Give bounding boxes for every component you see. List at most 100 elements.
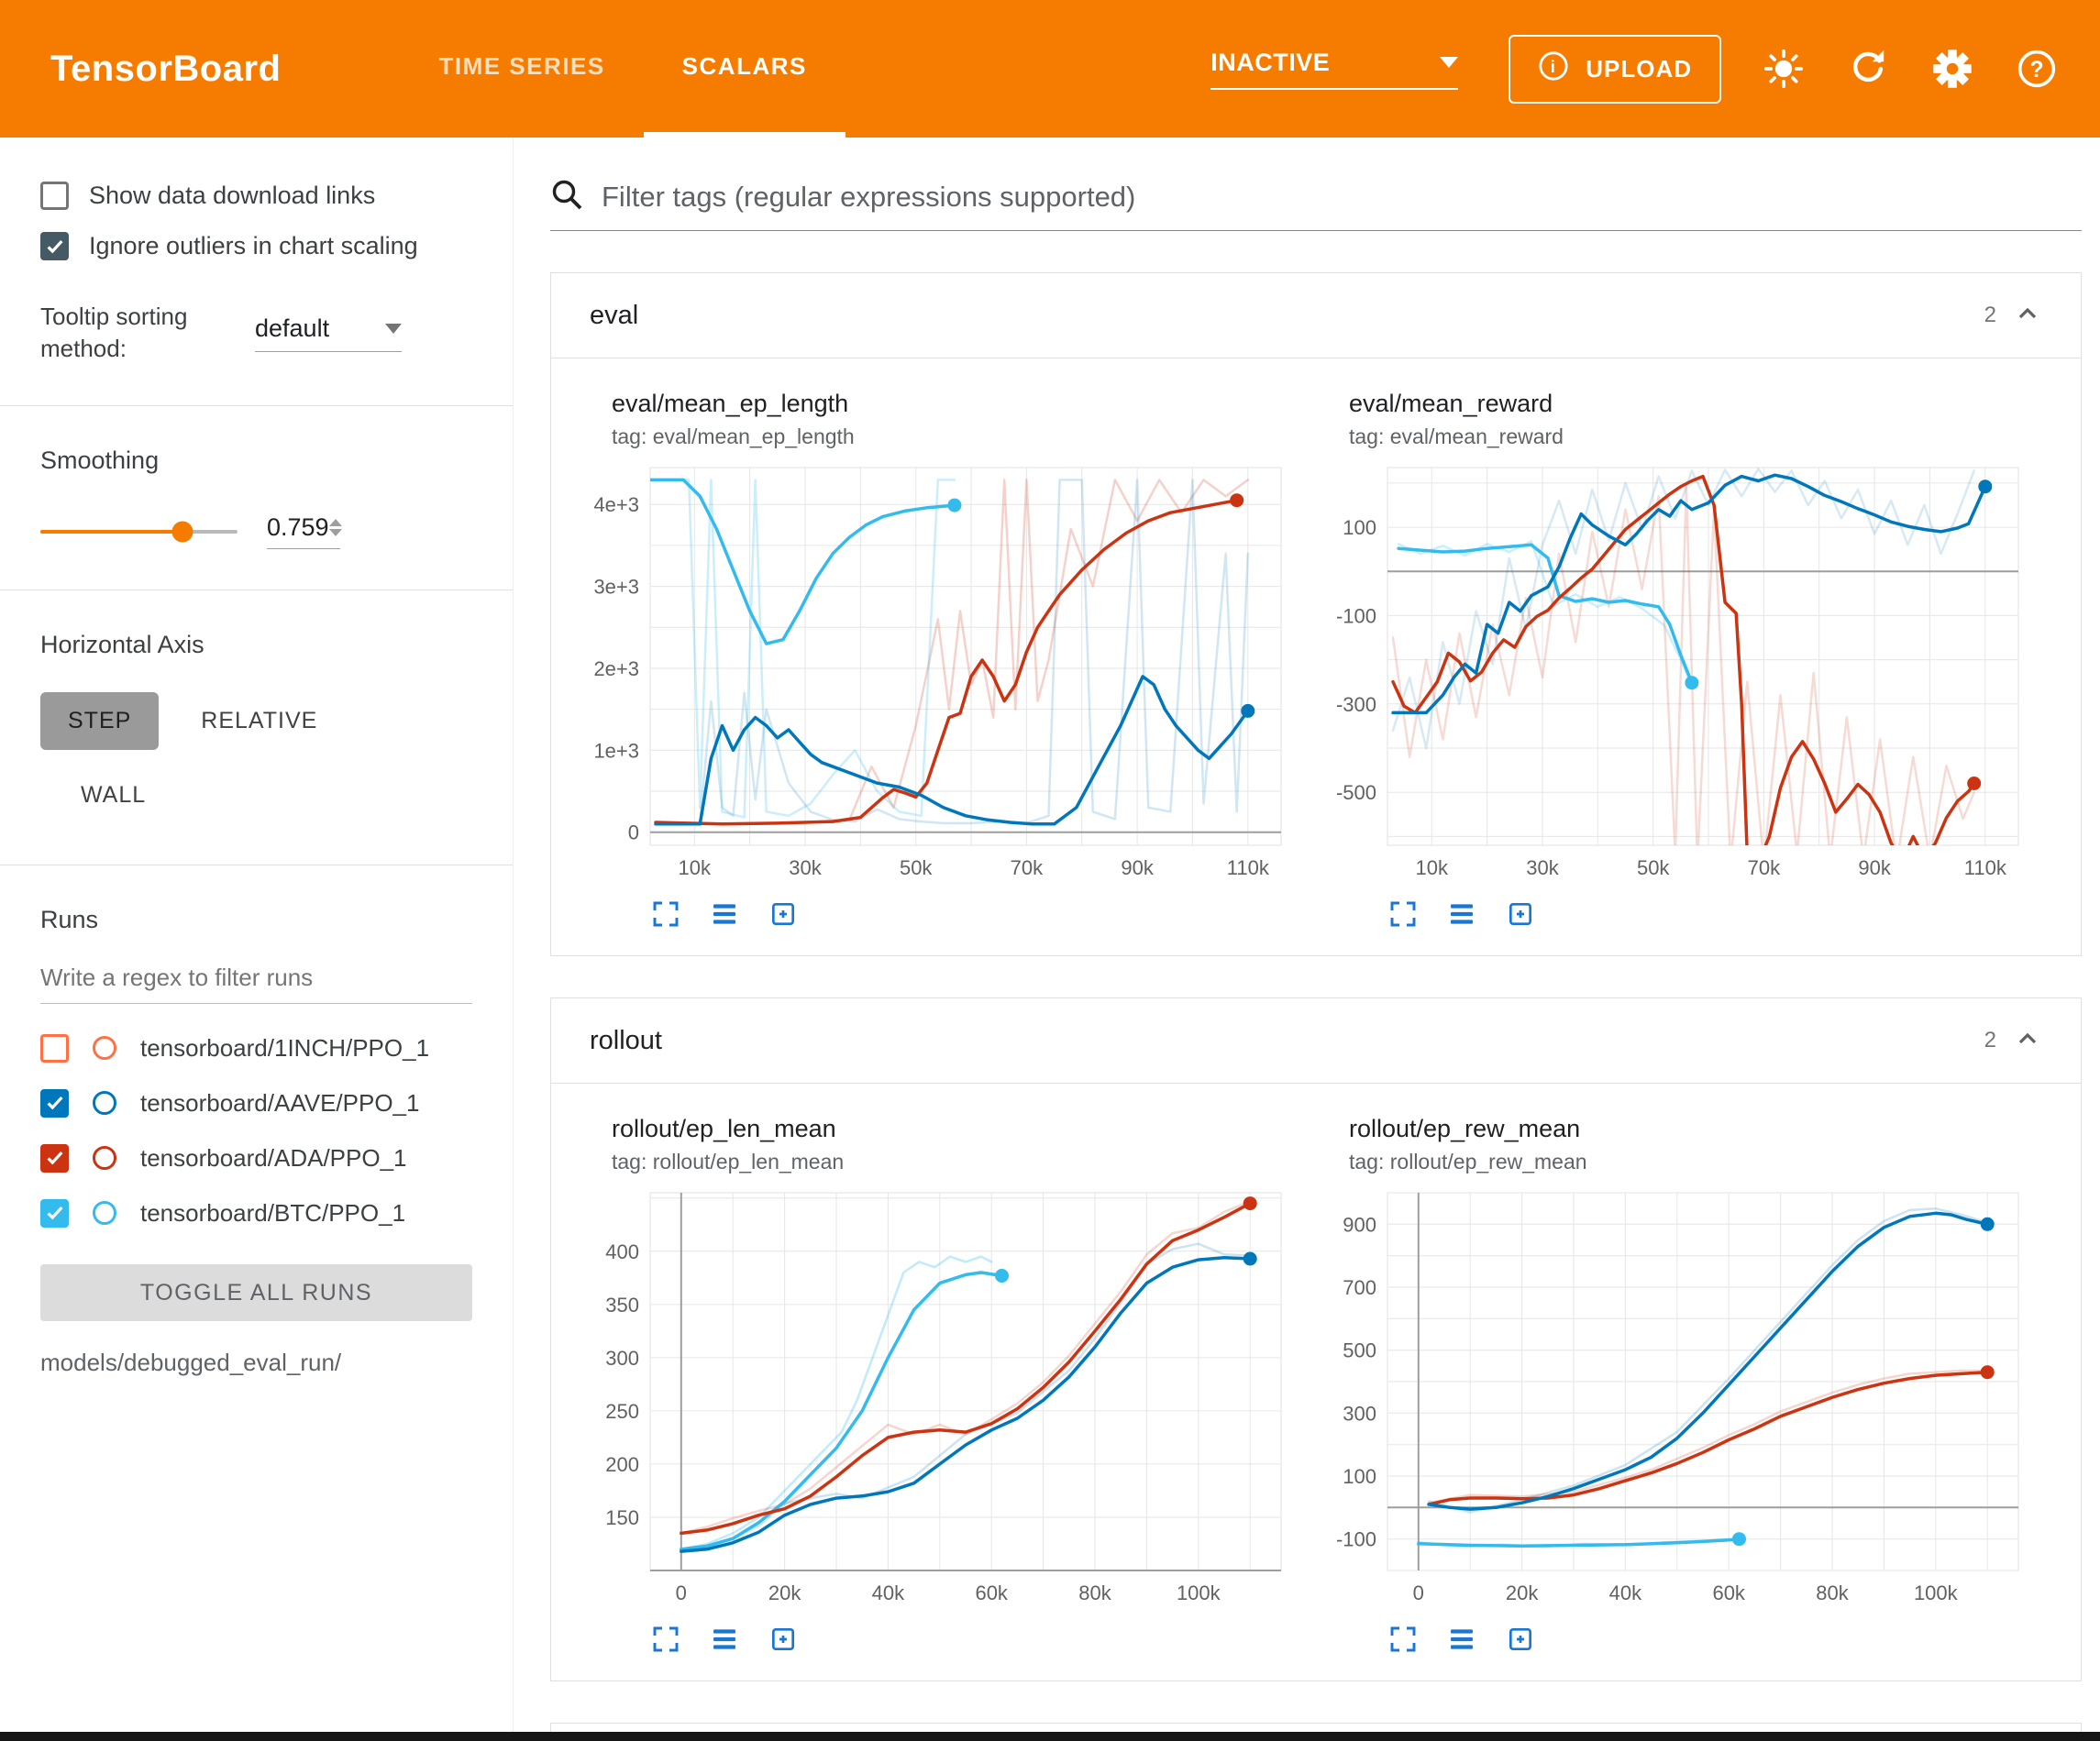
run-checkbox[interactable] [40,1199,69,1228]
run-checkbox[interactable] [40,1089,69,1118]
svg-text:90k: 90k [1121,856,1154,879]
fullscreen-icon[interactable] [650,1624,681,1655]
chevron-up-icon[interactable] [2013,1024,2042,1058]
svg-text:350: 350 [605,1294,639,1317]
fit-domain-icon[interactable] [1505,1624,1536,1655]
runs-filter-input[interactable] [40,964,472,992]
svg-text:50k: 50k [900,856,933,879]
tooltip-sorting-row: Tooltip sorting method: default [40,301,513,365]
data-table-icon[interactable] [1446,1624,1477,1655]
refresh-icon[interactable] [1846,47,1890,91]
scalar-chart[interactable]: 020k40k60k80k100k400350300250200150 [579,1182,1294,1613]
number-stepper-icon[interactable] [329,519,342,536]
svg-text:110k: 110k [1227,856,1270,879]
svg-text:-100: -100 [1336,1528,1376,1551]
svg-text:100: 100 [1343,1465,1376,1488]
svg-text:100k: 100k [1914,1581,1959,1604]
run-color-ring-icon [93,1091,116,1115]
chart-title: rollout/ep_len_mean [612,1115,1303,1143]
chart-actions [650,898,1303,930]
svg-text:10k: 10k [1416,856,1449,879]
section-card-rollout: rollout 2 rollout/ep_len_mean tag: rollo… [550,997,2082,1681]
fullscreen-icon[interactable] [650,898,681,930]
fit-domain-icon[interactable] [768,1624,799,1655]
upload-button-label: UPLOAD [1586,55,1692,83]
svg-text:500: 500 [1343,1339,1376,1362]
run-checkbox[interactable] [40,1034,69,1063]
run-row[interactable]: tensorboard/BTC/PPO_1 [40,1185,513,1240]
data-table-icon[interactable] [709,898,740,930]
section-body-eval: eval/mean_ep_length tag: eval/mean_ep_le… [551,358,2081,955]
runs-filter-field[interactable] [40,964,472,1004]
svg-text:250: 250 [605,1400,639,1423]
smoothing-slider[interactable] [40,530,238,534]
help-icon[interactable]: ? [2015,47,2059,91]
run-color-ring-icon [93,1036,116,1060]
main-content: eval 2 eval/mean_ep_length tag: eval/mea… [514,138,2100,1732]
checkbox-icon[interactable] [40,232,69,260]
svg-text:110k: 110k [1964,856,2007,879]
svg-text:60k: 60k [975,1581,1008,1604]
tab-label: SCALARS [682,52,807,81]
axis-option-relative[interactable]: RELATIVE [173,692,345,750]
runs-label: Runs [40,906,513,934]
info-icon: i [1538,50,1569,88]
fullscreen-icon[interactable] [1387,1624,1419,1655]
tag-filter-input[interactable] [602,181,2082,214]
chart-card: rollout/ep_len_mean tag: rollout/ep_len_… [579,1115,1303,1655]
tab-time-series[interactable]: TIME SERIES [400,0,643,138]
run-row[interactable]: tensorboard/ADA/PPO_1 [40,1130,513,1185]
tab-label: TIME SERIES [438,52,604,81]
search-icon [550,178,583,215]
upload-button[interactable]: i UPLOAD [1509,35,1721,104]
chart-tag: tag: eval/mean_reward [1349,424,2040,449]
scalar-chart[interactable]: 10k30k50k70k90k110k01e+32e+33e+34e+3 [579,457,1294,887]
svg-text:40k: 40k [872,1581,905,1604]
run-label: tensorboard/BTC/PPO_1 [140,1199,405,1228]
section-card-time: time [550,1723,2082,1732]
ignore-outliers-checkbox[interactable]: Ignore outliers in chart scaling [40,232,513,260]
data-table-icon[interactable] [709,1624,740,1655]
section-header-eval[interactable]: eval 2 [551,273,2081,358]
smoothing-value-input[interactable]: 0.759 [267,513,340,549]
scalar-chart[interactable]: 020k40k60k80k100k900700500300100-100 [1316,1182,2031,1613]
checkbox-label: Show data download links [89,182,375,210]
axis-option-step[interactable]: STEP [40,692,159,750]
tooltip-sorting-value: default [255,314,329,343]
run-checkbox[interactable] [40,1144,69,1173]
svg-text:0: 0 [1413,1581,1424,1604]
chart-actions [1387,1624,2040,1655]
status-dropdown[interactable]: INACTIVE [1210,49,1458,90]
scalar-chart[interactable]: 10k30k50k70k90k110k100-100-300-500 [1316,457,2031,887]
svg-text:40k: 40k [1609,1581,1642,1604]
fit-domain-icon[interactable] [768,898,799,930]
slider-thumb[interactable] [171,521,193,542]
brightness-icon[interactable] [1762,47,1806,91]
section-header-rollout[interactable]: rollout 2 [551,998,2081,1083]
svg-text:i: i [1551,57,1557,76]
smoothing-value: 0.759 [267,513,329,542]
gear-icon[interactable] [1930,47,1974,91]
tooltip-sorting-label: Tooltip sorting method: [40,301,224,365]
section-title: rollout [590,1026,662,1056]
chart-tag: tag: rollout/ep_rew_mean [1349,1150,2040,1174]
svg-text:-100: -100 [1336,604,1376,627]
toggle-all-runs-button[interactable]: TOGGLE ALL RUNS [40,1264,472,1321]
chevron-up-icon[interactable] [2013,299,2042,333]
section-header-time[interactable]: time [551,1724,2081,1732]
fit-domain-icon[interactable] [1505,898,1536,930]
tab-scalars[interactable]: SCALARS [644,0,846,138]
data-table-icon[interactable] [1446,898,1477,930]
horizontal-axis-label: Horizontal Axis [40,631,513,659]
tag-filter-field[interactable] [550,178,2082,231]
show-download-links-checkbox[interactable]: Show data download links [40,182,513,210]
checkbox-icon[interactable] [40,182,69,210]
fullscreen-icon[interactable] [1387,898,1419,930]
axis-option-wall[interactable]: WALL [53,766,173,824]
run-row[interactable]: tensorboard/AAVE/PPO_1 [40,1075,513,1130]
chevron-down-icon [1440,57,1458,68]
app-header: TensorBoard TIME SERIES SCALARS INACTIVE… [0,0,2100,138]
run-row[interactable]: tensorboard/1INCH/PPO_1 [40,1020,513,1075]
svg-text:20k: 20k [768,1581,801,1604]
tooltip-sorting-select[interactable]: default [255,314,402,352]
